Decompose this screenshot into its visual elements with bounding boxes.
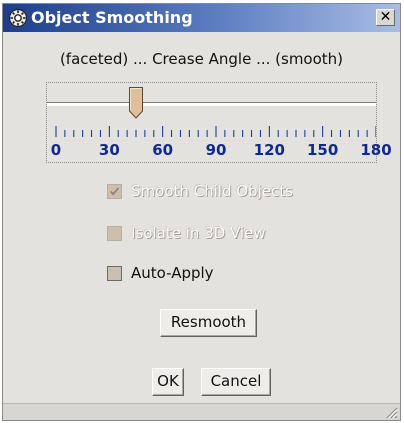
close-icon: ✕ xyxy=(379,9,392,25)
crease-angle-label: (faceted) ... Crease Angle ... (smooth) xyxy=(59,50,344,68)
dialog-title: Object Smoothing xyxy=(31,8,193,27)
tick-label: 90 xyxy=(205,141,227,159)
cancel-button[interactable]: Cancel xyxy=(201,368,271,396)
crease-angle-slider[interactable]: 0 30 60 90 120 150 180 xyxy=(46,82,392,163)
resmooth-button[interactable]: Resmooth xyxy=(160,309,257,337)
tick-label: 120 xyxy=(253,141,285,159)
resize-grip-icon[interactable] xyxy=(384,405,398,419)
isolate-3d-view-label: Isolate in 3D View xyxy=(131,224,266,242)
title-bar[interactable]: Object Smoothing ✕ xyxy=(3,4,400,32)
tick-label: 150 xyxy=(307,141,339,159)
tick-label: 30 xyxy=(98,141,120,159)
gear-icon xyxy=(8,8,28,28)
smooth-child-objects-checkbox[interactable] xyxy=(107,184,122,199)
tick-label: 180 xyxy=(360,141,392,159)
auto-apply-label: Auto-Apply xyxy=(131,264,214,282)
tick-label: 0 xyxy=(50,141,62,159)
status-strip xyxy=(3,403,400,420)
ok-button[interactable]: OK xyxy=(152,368,184,396)
isolate-3d-view-checkbox[interactable] xyxy=(107,226,122,241)
tick-label: 60 xyxy=(152,141,174,159)
object-smoothing-dialog: Object Smoothing ✕ (faceted) ... Crease … xyxy=(2,3,401,421)
auto-apply-checkbox[interactable] xyxy=(107,266,122,281)
close-button[interactable]: ✕ xyxy=(376,9,395,26)
smooth-child-objects-label: Smooth Child Objects xyxy=(131,182,293,200)
